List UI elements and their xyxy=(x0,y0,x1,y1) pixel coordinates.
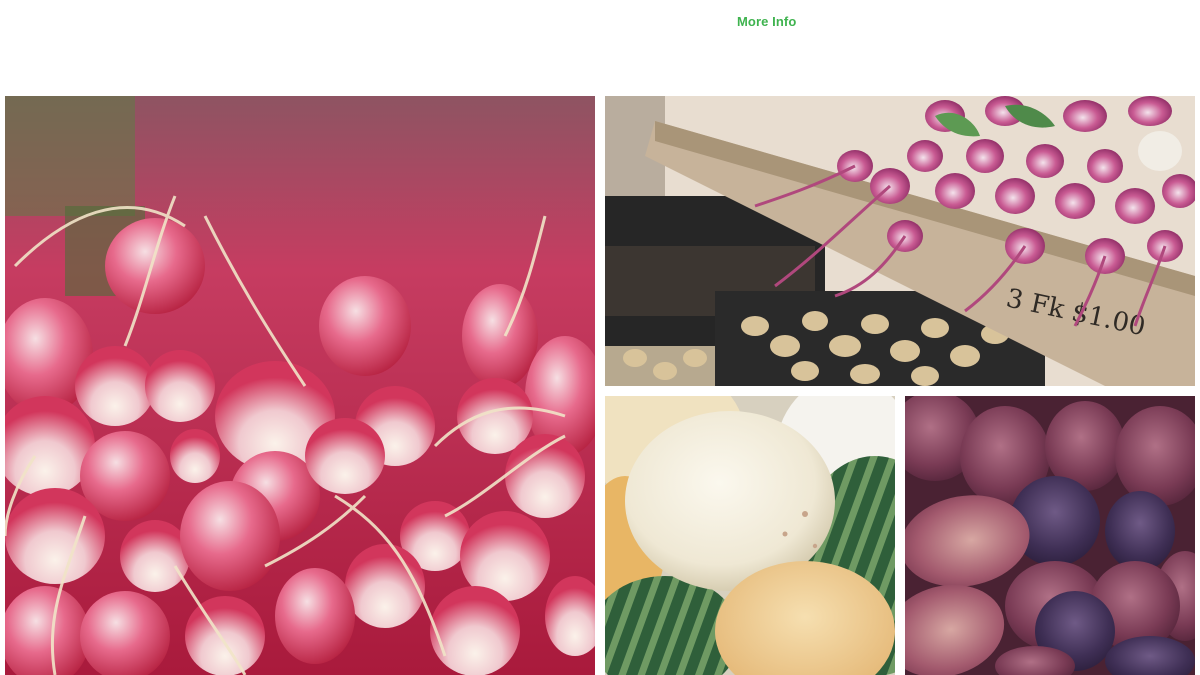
radish-image xyxy=(5,96,595,675)
gallery-image-radish-crate[interactable]: 3 Fk $1.00 xyxy=(605,96,1195,386)
more-info-link[interactable]: More Info xyxy=(737,14,796,29)
radish-crate-image: 3 Fk $1.00 xyxy=(605,96,1195,386)
melon-image xyxy=(605,396,895,675)
gallery-image-radishes[interactable] xyxy=(5,96,595,675)
fig-image xyxy=(905,396,1195,675)
gallery-image-melons[interactable] xyxy=(605,396,895,675)
page: More Info 3 Fk $1.00 xyxy=(0,0,1200,675)
gallery-image-figs[interactable] xyxy=(905,396,1195,675)
